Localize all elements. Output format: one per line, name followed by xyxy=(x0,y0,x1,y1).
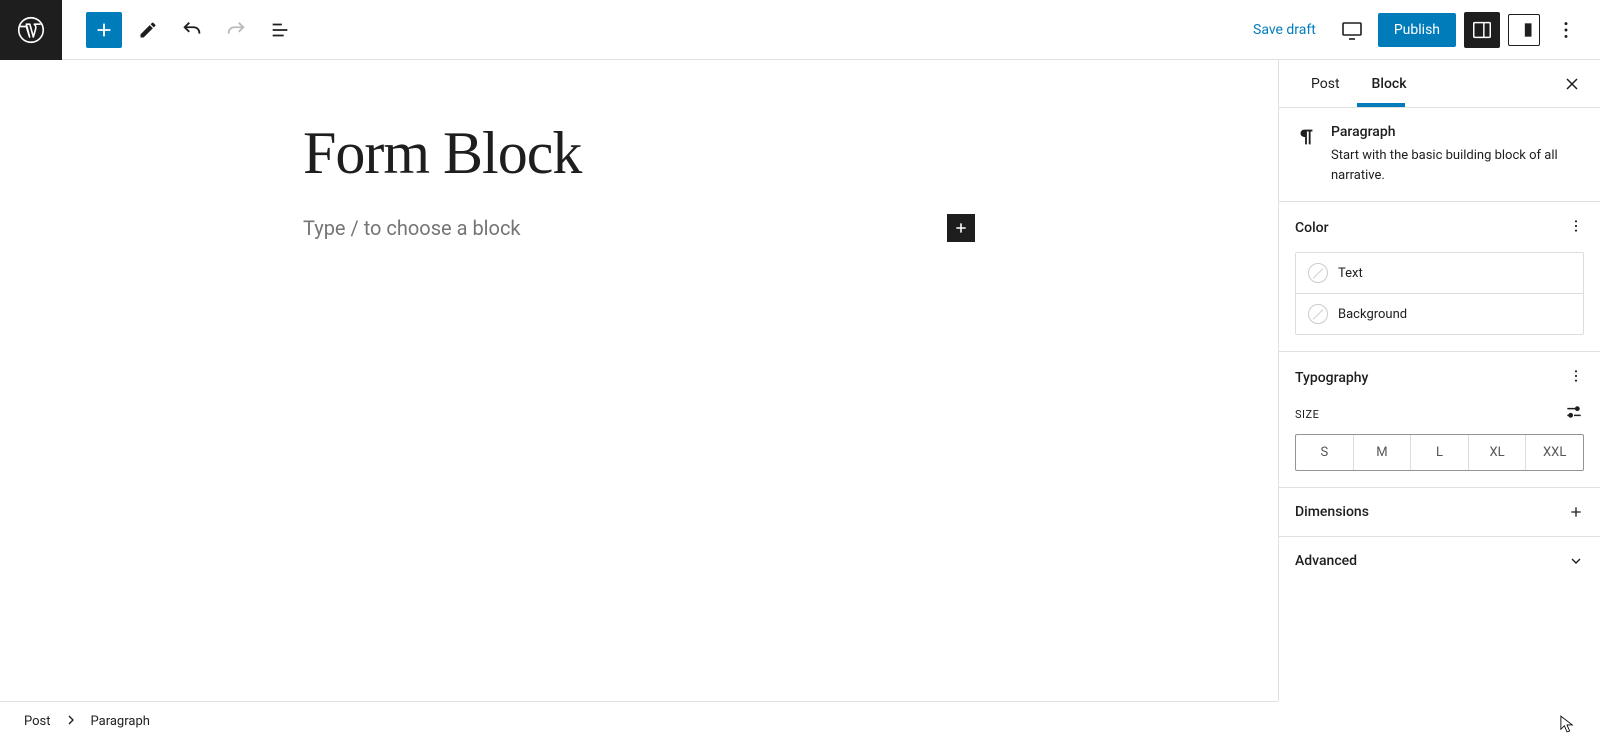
more-vertical-icon xyxy=(1568,368,1584,384)
chevron-down-icon xyxy=(1568,553,1584,569)
inline-inserter-button[interactable] xyxy=(947,214,975,242)
toolbar-left-group xyxy=(62,12,298,48)
redo-icon xyxy=(225,19,247,41)
plus-icon xyxy=(1568,504,1584,520)
breadcrumb-current: Paragraph xyxy=(91,714,150,729)
advanced-panel-header[interactable]: Advanced xyxy=(1279,537,1600,585)
color-panel-options-button[interactable] xyxy=(1568,218,1584,238)
more-vertical-icon xyxy=(1568,218,1584,234)
sidebar-tabs: Post Block xyxy=(1279,60,1600,108)
block-type-description: Start with the basic building block of a… xyxy=(1331,146,1584,185)
more-vertical-icon xyxy=(1555,19,1577,41)
undo-button[interactable] xyxy=(174,12,210,48)
typography-panel-title: Typography xyxy=(1295,370,1368,386)
tab-underline xyxy=(1357,103,1405,107)
custom-size-button[interactable] xyxy=(1564,402,1584,426)
wordpress-icon xyxy=(17,16,45,44)
sliders-icon xyxy=(1564,402,1584,422)
mouse-cursor-icon xyxy=(1560,715,1574,733)
size-m[interactable]: M xyxy=(1353,435,1411,470)
panel-icon xyxy=(1514,20,1534,40)
background-color-label: Background xyxy=(1338,307,1407,322)
text-color-label: Text xyxy=(1338,266,1363,281)
block-placeholder-text: Type / to choose a block xyxy=(303,216,521,240)
redo-button[interactable] xyxy=(218,12,254,48)
background-color-button[interactable]: Background xyxy=(1296,293,1583,334)
paragraph-icon xyxy=(1295,124,1317,185)
plus-icon xyxy=(953,220,969,236)
toolbar-right-group: Save draft Publish xyxy=(1243,12,1600,48)
font-size-group: S M L XL XXL xyxy=(1295,434,1584,471)
text-color-button[interactable]: Text xyxy=(1296,253,1583,293)
jetpack-button[interactable] xyxy=(1508,14,1540,46)
top-toolbar: Save draft Publish xyxy=(0,0,1600,60)
size-xxl[interactable]: XXL xyxy=(1525,435,1583,470)
typography-panel: Typography SIZE S M L XL XXL xyxy=(1279,352,1600,488)
editor-canvas: Form Block Type / to choose a block xyxy=(0,60,1278,701)
settings-toggle-button[interactable] xyxy=(1464,12,1500,48)
breadcrumb-root[interactable]: Post xyxy=(24,714,51,729)
dimensions-panel-header[interactable]: Dimensions xyxy=(1279,488,1600,537)
document-overview-button[interactable] xyxy=(262,12,298,48)
close-sidebar-button[interactable] xyxy=(1556,68,1588,100)
size-label: SIZE xyxy=(1295,408,1319,421)
sidebar-icon xyxy=(1471,19,1493,41)
desktop-icon xyxy=(1340,18,1364,42)
color-panel: Color Text Background xyxy=(1279,202,1600,352)
empty-swatch-icon xyxy=(1308,304,1328,324)
empty-swatch-icon xyxy=(1308,263,1328,283)
options-button[interactable] xyxy=(1548,12,1584,48)
size-s[interactable]: S xyxy=(1296,435,1353,470)
list-view-icon xyxy=(269,19,291,41)
color-panel-title: Color xyxy=(1295,220,1329,236)
close-icon xyxy=(1562,74,1582,94)
tools-button[interactable] xyxy=(130,12,166,48)
advanced-panel-title: Advanced xyxy=(1295,553,1357,569)
block-inserter-button[interactable] xyxy=(86,12,122,48)
tab-block[interactable]: Block xyxy=(1356,62,1423,106)
post-title[interactable]: Form Block xyxy=(303,120,975,186)
settings-sidebar: Post Block Paragraph Start with the basi… xyxy=(1278,60,1600,701)
empty-paragraph-block[interactable]: Type / to choose a block xyxy=(303,214,975,242)
undo-icon xyxy=(181,19,203,41)
pencil-icon xyxy=(138,20,158,40)
size-xl[interactable]: XL xyxy=(1468,435,1526,470)
dimensions-panel-title: Dimensions xyxy=(1295,504,1369,520)
preview-button[interactable] xyxy=(1334,12,1370,48)
tab-post[interactable]: Post xyxy=(1295,62,1356,106)
save-draft-button[interactable]: Save draft xyxy=(1243,22,1326,38)
size-l[interactable]: L xyxy=(1410,435,1468,470)
block-info-panel: Paragraph Start with the basic building … xyxy=(1279,108,1600,202)
wp-logo-button[interactable] xyxy=(0,0,62,60)
publish-button[interactable]: Publish xyxy=(1378,13,1456,47)
typography-panel-options-button[interactable] xyxy=(1568,368,1584,388)
chevron-right-icon xyxy=(63,712,79,732)
plus-icon xyxy=(93,19,115,41)
block-type-title: Paragraph xyxy=(1331,124,1584,140)
block-breadcrumb: Post Paragraph xyxy=(0,701,1278,741)
